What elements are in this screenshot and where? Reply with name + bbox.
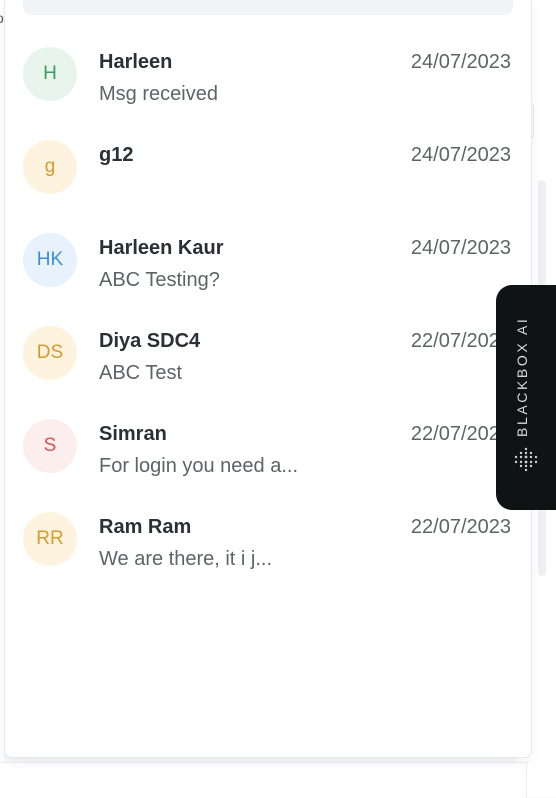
blackbox-ai-label: BLACKBOX AI xyxy=(514,316,530,437)
search-field-bottom-edge[interactable] xyxy=(23,0,513,15)
chat-item[interactable]: DS Diya SDC4 ABC Test 22/07/2023 xyxy=(5,310,531,403)
chat-date: 24/07/2023 xyxy=(410,51,511,73)
chat-preview: Msg received xyxy=(99,83,218,105)
avatar: g xyxy=(23,140,77,194)
dot-grid-icon xyxy=(514,447,538,472)
chat-name: g12 xyxy=(99,144,134,166)
chat-date: 22/07/2023 xyxy=(410,516,511,538)
chat-date: 24/07/2023 xyxy=(410,144,511,166)
chat-preview: ABC Testing? xyxy=(99,269,220,291)
chat-name: Simran xyxy=(99,423,167,445)
chat-name: Harleen Kaur xyxy=(99,237,224,259)
chat-preview: ABC Test xyxy=(99,362,182,384)
avatar: RR xyxy=(23,512,77,566)
chat-name: Ram Ram xyxy=(99,516,192,538)
avatar: S xyxy=(23,419,77,473)
chat-item[interactable]: HK Harleen Kaur ABC Testing? 24/07/2023 xyxy=(5,217,531,310)
blackbox-ai-tab[interactable]: BLACKBOX AI xyxy=(496,285,556,510)
avatar: H xyxy=(23,47,77,101)
avatar: DS xyxy=(23,326,77,380)
chat-name: Diya SDC4 xyxy=(99,330,201,352)
chat-item[interactable]: H Harleen Msg received 24/07/2023 xyxy=(5,31,531,124)
chat-item[interactable]: RR Ram Ram We are there, it i j... 22/07… xyxy=(5,496,531,589)
chat-dropdown-panel: H Harleen Msg received 24/07/2023 g g12 … xyxy=(4,0,532,758)
background-bottom-strip xyxy=(0,762,527,798)
chat-item[interactable]: S Simran For login you need a... 22/07/2… xyxy=(5,403,531,496)
chat-name: Harleen xyxy=(99,51,173,73)
chat-preview: We are there, it i j... xyxy=(99,548,273,570)
avatar: HK xyxy=(23,233,77,287)
chat-date: 24/07/2023 xyxy=(410,237,511,259)
chat-preview: For login you need a... xyxy=(99,455,299,477)
chat-item[interactable]: g g12 24/07/2023 xyxy=(5,124,531,217)
chat-list: H Harleen Msg received 24/07/2023 g g12 … xyxy=(5,31,531,589)
